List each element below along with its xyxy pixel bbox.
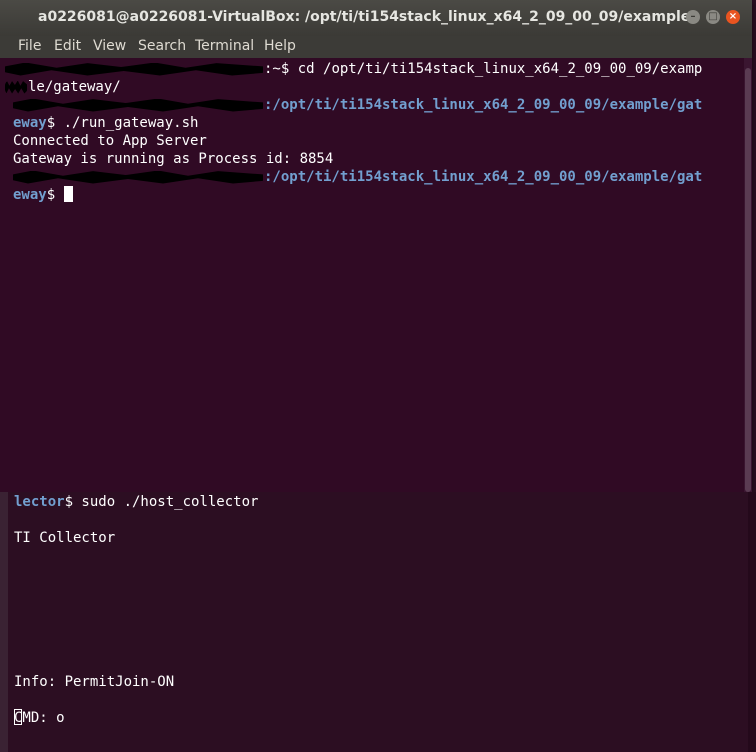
redacted-user-host [13,170,263,184]
title-bar[interactable]: a0226081@a0226081-VirtualBox: /opt/ti/ti… [0,0,752,36]
text-cursor [63,186,73,202]
terminal-line: le/gateway/ [5,78,121,96]
terminal-line: lector$ sudo ./host_collector [14,494,259,510]
redacted-mark [5,80,27,94]
terminal-window-gateway[interactable]: a0226081@a0226081-VirtualBox: /opt/ti/ti… [0,0,752,492]
scrollbar[interactable] [744,58,752,492]
terminal-line: Info: PermitJoin-ON [14,674,175,690]
terminal-line: eway$ ./run_gateway.sh [13,115,199,131]
close-icon[interactable]: × [726,10,740,24]
redacted-user-host [13,98,263,112]
terminal-line: :/opt/ti/ti154stack_linux_x64_2_09_00_09… [13,168,702,186]
menu-help[interactable]: Help [264,38,296,54]
terminal-line: :~$ cd /opt/ti/ti154stack_linux_x64_2_09… [5,60,702,78]
scrollbar-thumb[interactable] [745,68,751,492]
menu-search[interactable]: Search [138,38,186,54]
redacted-user-host [5,62,263,76]
window-title: a0226081@a0226081-VirtualBox: /opt/ti/ti… [38,9,688,25]
terminal-line: Gateway is running as Process id: 8854 [13,151,334,167]
background-window-edge [0,492,8,752]
terminal-line: Connected to App Server [13,133,207,149]
terminal-line: TI Collector [14,530,116,546]
menu-edit[interactable]: Edit [54,38,81,54]
background-window-edge [748,492,756,752]
terminal-output-gateway[interactable]: :~$ cd /opt/ti/ti154stack_linux_x64_2_09… [0,58,744,492]
minimize-icon[interactable]: – [686,10,700,24]
menu-file[interactable]: File [18,38,41,54]
terminal-line: :/opt/ti/ti154stack_linux_x64_2_09_00_09… [13,96,702,114]
terminal-line: CMD: o [14,709,65,726]
terminal-output-collector[interactable]: lector$ sudo ./host_collector TI Collect… [8,492,748,748]
menu-terminal[interactable]: Terminal [195,38,254,54]
terminal-line: eway$ [13,186,73,204]
maximize-icon[interactable]: □ [706,10,720,24]
menu-bar: File Edit View Search Terminal Help [0,36,752,58]
menu-view[interactable]: View [93,38,126,54]
